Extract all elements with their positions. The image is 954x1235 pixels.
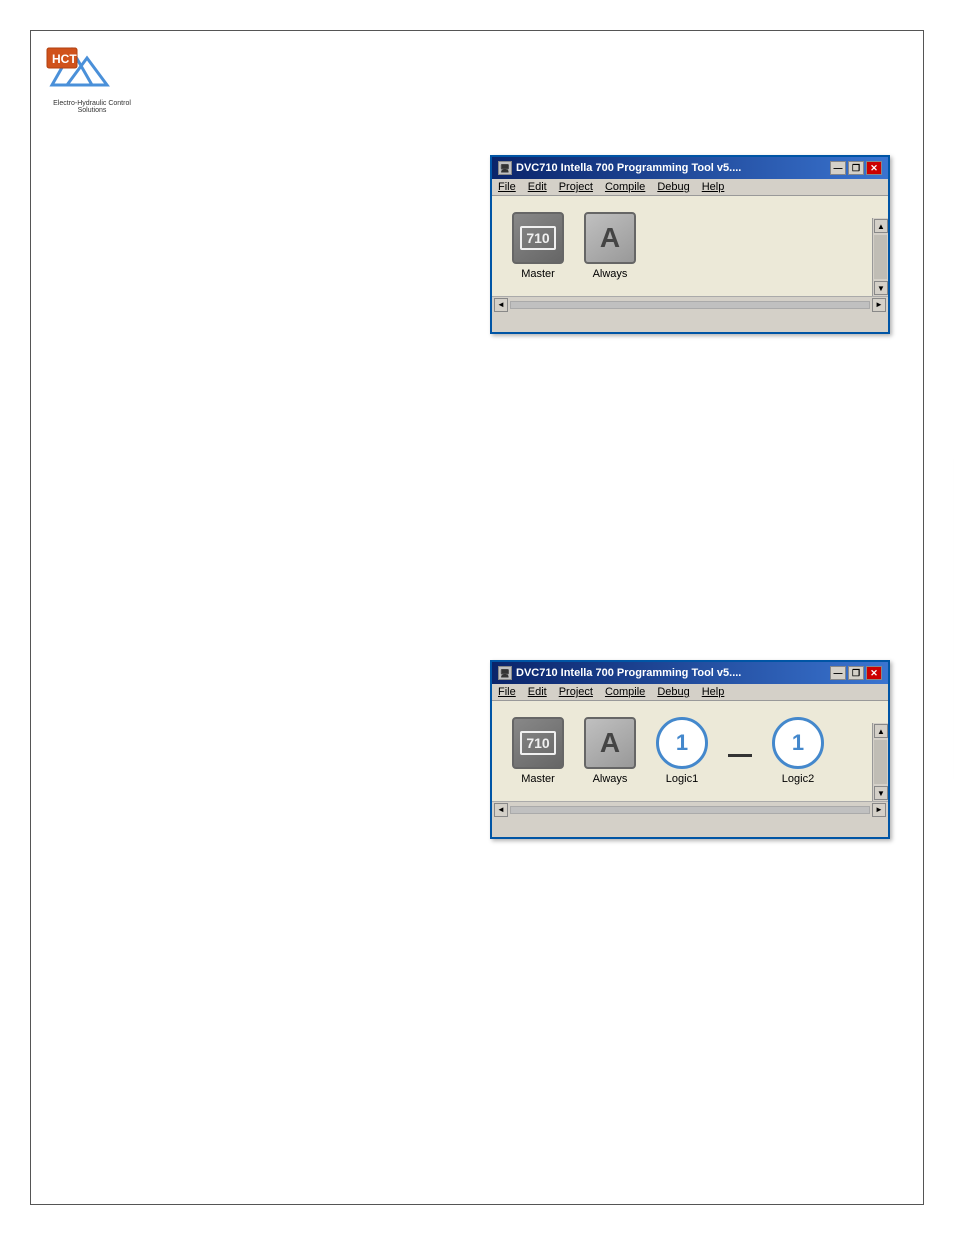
- top-dvc-content-area: 710 Master A Always ▲ ▼: [492, 196, 888, 296]
- minimize-button[interactable]: —: [830, 161, 846, 175]
- bottom-always-item: A Always: [584, 717, 636, 785]
- menu-file[interactable]: File: [498, 181, 516, 193]
- logic1-label: Logic1: [666, 773, 698, 785]
- scroll-down-button[interactable]: ▼: [874, 281, 888, 295]
- bottom-master-label: Master: [521, 773, 555, 785]
- bottom-restore-btn[interactable]: ❐: [848, 666, 864, 680]
- bottom-always-label: Always: [593, 773, 628, 785]
- logo-tagline: Electro-Hydraulic Control Solutions: [42, 100, 142, 114]
- bottom-scroll-up[interactable]: ▲: [874, 724, 888, 738]
- menu-edit[interactable]: Edit: [528, 181, 547, 193]
- always-label: Always: [593, 268, 628, 280]
- top-dvc-window: 🖥 DVC710 Intella 700 Programming Tool v5…: [490, 155, 890, 334]
- bottom-menu-edit[interactable]: Edit: [528, 686, 547, 698]
- logo-area: HCT Electro-Hydraulic Control Solutions: [42, 40, 142, 120]
- top-dvc-icons: 710 Master A Always: [500, 204, 868, 288]
- scroll-thumb: [874, 235, 887, 279]
- restore-button[interactable]: ❐: [848, 161, 864, 175]
- bottom-master-icon[interactable]: 710: [512, 717, 564, 769]
- bottom-hscroll-track: [510, 806, 870, 814]
- bottom-dvc-content: 710 Master A Always 1 Logic1: [492, 701, 888, 801]
- close-button[interactable]: ✕: [866, 161, 882, 175]
- top-dvc-hscroll: ◄ ►: [492, 296, 888, 312]
- bottom-always-icon[interactable]: A: [584, 717, 636, 769]
- bottom-menu-help[interactable]: Help: [702, 686, 725, 698]
- top-dvc-statusbar: [492, 312, 888, 332]
- top-dvc-content: 710 Master A Always: [492, 196, 888, 296]
- hscroll-right-btn[interactable]: ►: [872, 298, 886, 312]
- master-icon-item: 710 Master: [512, 212, 564, 280]
- bottom-scroll-down[interactable]: ▼: [874, 786, 888, 800]
- menu-compile[interactable]: Compile: [605, 181, 645, 193]
- logic1-item: 1 Logic1: [656, 717, 708, 785]
- bottom-close-btn[interactable]: ✕: [866, 666, 882, 680]
- master-icon[interactable]: 710: [512, 212, 564, 264]
- top-dvc-titlebar: 🖥 DVC710 Intella 700 Programming Tool v5…: [492, 157, 888, 179]
- bottom-menu-file[interactable]: File: [498, 686, 516, 698]
- bottom-window-icon: 🖥: [498, 666, 512, 680]
- bottom-dvc-title: DVC710 Intella 700 Programming Tool v5..…: [516, 667, 741, 679]
- always-icon[interactable]: A: [584, 212, 636, 264]
- logic-connector-dash: [728, 725, 752, 785]
- menu-project[interactable]: Project: [559, 181, 593, 193]
- top-dvc-vscrollbar: ▲ ▼: [872, 218, 888, 296]
- logic2-icon[interactable]: 1: [772, 717, 824, 769]
- bottom-dvc-menubar: File Edit Project Compile Debug Help: [492, 684, 888, 701]
- bottom-master-item: 710 Master: [512, 717, 564, 785]
- svg-text:HCT: HCT: [52, 52, 77, 66]
- bottom-menu-compile[interactable]: Compile: [605, 686, 645, 698]
- top-dvc-controls: — ❐ ✕: [830, 161, 882, 175]
- bottom-dvc-window: 🖥 DVC710 Intella 700 Programming Tool v5…: [490, 660, 890, 839]
- bottom-minimize-btn[interactable]: —: [830, 666, 846, 680]
- bottom-dvc-titlebar: 🖥 DVC710 Intella 700 Programming Tool v5…: [492, 662, 888, 684]
- top-dvc-title: DVC710 Intella 700 Programming Tool v5..…: [516, 162, 741, 174]
- menu-debug[interactable]: Debug: [657, 181, 689, 193]
- bottom-menu-debug[interactable]: Debug: [657, 686, 689, 698]
- menu-help[interactable]: Help: [702, 181, 725, 193]
- scroll-up-button[interactable]: ▲: [874, 219, 888, 233]
- logic1-icon[interactable]: 1: [656, 717, 708, 769]
- bottom-scroll-thumb: [874, 740, 887, 784]
- bottom-hscroll-left[interactable]: ◄: [494, 803, 508, 817]
- bottom-dvc-statusbar: [492, 817, 888, 837]
- logic2-label: Logic2: [782, 773, 814, 785]
- hct-logo-icon: HCT: [42, 40, 112, 95]
- logic2-item: 1 Logic2: [772, 717, 824, 785]
- master-number: 710: [520, 226, 555, 250]
- window-icon: 🖥: [498, 161, 512, 175]
- hscroll-left-btn[interactable]: ◄: [494, 298, 508, 312]
- bottom-dvc-icons: 710 Master A Always 1 Logic1: [500, 709, 868, 793]
- bottom-dvc-content-area: 710 Master A Always 1 Logic1: [492, 701, 888, 801]
- master-label: Master: [521, 268, 555, 280]
- logic1-connector-group: 1: [656, 717, 708, 769]
- connector-line: [728, 754, 752, 757]
- bottom-dvc-controls: — ❐ ✕: [830, 666, 882, 680]
- bottom-hscroll-right[interactable]: ►: [872, 803, 886, 817]
- always-icon-item: A Always: [584, 212, 636, 280]
- bottom-master-number: 710: [520, 731, 555, 755]
- bottom-dvc-vscrollbar: ▲ ▼: [872, 723, 888, 801]
- top-dvc-menubar: File Edit Project Compile Debug Help: [492, 179, 888, 196]
- bottom-dvc-hscroll: ◄ ►: [492, 801, 888, 817]
- hscroll-track: [510, 301, 870, 309]
- bottom-menu-project[interactable]: Project: [559, 686, 593, 698]
